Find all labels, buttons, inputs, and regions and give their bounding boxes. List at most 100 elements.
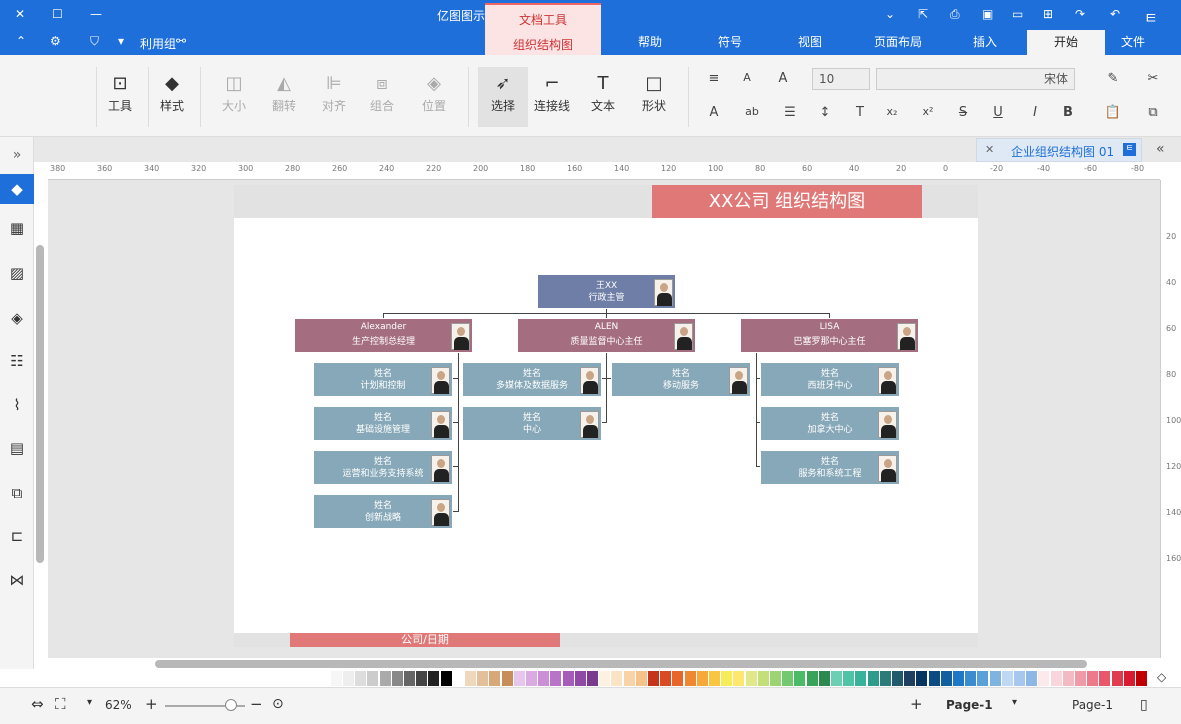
diagram-footer[interactable]: 公司/日期 <box>290 633 560 647</box>
outline-icon[interactable]: ⊏ <box>6 525 28 547</box>
align-icon[interactable]: ≡ <box>704 71 724 86</box>
color-swatch[interactable] <box>1062 671 1074 686</box>
connect-icon[interactable]: ⋈ <box>6 569 28 591</box>
page-view-icon[interactable]: ▯ <box>1140 697 1148 713</box>
color-swatch[interactable] <box>1087 671 1099 686</box>
org-node-employee[interactable]: 姓名 移动服务 <box>611 362 751 397</box>
color-swatch[interactable] <box>379 671 391 686</box>
org-node-employee[interactable]: 姓名 中心 <box>462 406 602 441</box>
color-swatch[interactable] <box>818 671 830 686</box>
case-icon[interactable]: ab <box>742 105 762 118</box>
layers-icon[interactable]: ◈ <box>6 307 28 329</box>
color-swatch[interactable] <box>623 671 635 686</box>
collapse-ribbon-icon[interactable]: ⌃ <box>16 34 26 48</box>
expand-panel-icon[interactable]: « <box>1156 141 1165 157</box>
print-icon[interactable]: ⎙ <box>950 7 960 22</box>
color-swatch[interactable] <box>965 671 977 686</box>
tab-help[interactable]: 帮助 <box>625 30 675 55</box>
close-tab-icon[interactable]: ✕ <box>985 143 994 156</box>
zoom-in-button[interactable]: + <box>145 695 158 713</box>
fit-page-icon[interactable]: ⊙ <box>272 696 284 712</box>
grid-icon[interactable]: ▦ <box>6 217 28 239</box>
color-swatch[interactable] <box>513 671 525 686</box>
close-button[interactable]: ✕ <box>15 7 25 21</box>
color-swatch[interactable] <box>587 671 598 686</box>
copy-icon[interactable]: ⧉ <box>1143 105 1163 120</box>
text-tool[interactable]: T 文本 <box>586 71 620 114</box>
color-swatch[interactable] <box>526 671 537 686</box>
zoom-out-button[interactable]: − <box>250 695 263 713</box>
color-swatch[interactable] <box>953 671 964 686</box>
color-swatch[interactable] <box>1075 671 1086 686</box>
color-swatch[interactable] <box>684 671 696 686</box>
color-swatch[interactable] <box>648 671 659 686</box>
color-swatch[interactable] <box>330 671 342 686</box>
font-size-select[interactable]: 10 <box>812 68 870 90</box>
color-swatch[interactable] <box>904 671 916 686</box>
color-swatch[interactable] <box>452 671 464 686</box>
style-button[interactable]: ◆ 样式 <box>155 71 189 114</box>
paste-icon[interactable]: 📋 <box>1103 105 1123 120</box>
italic-button[interactable]: I <box>1025 105 1045 120</box>
color-swatch[interactable] <box>574 671 586 686</box>
color-swatch[interactable] <box>989 671 1001 686</box>
dropdown-icon[interactable]: ▾ <box>118 34 124 48</box>
table-icon[interactable]: ▤ <box>6 437 28 459</box>
color-swatch[interactable] <box>355 671 367 686</box>
page-selector[interactable]: Page-1 <box>1072 698 1113 712</box>
bold-button[interactable]: B <box>1058 105 1078 120</box>
grow-font-icon[interactable]: A <box>773 71 793 86</box>
color-swatch[interactable] <box>367 671 379 686</box>
superscript-button[interactable]: x² <box>918 105 938 118</box>
color-swatch[interactable] <box>428 671 440 686</box>
zoom-slider-handle[interactable] <box>225 699 237 711</box>
page-icon[interactable]: ☷ <box>6 350 28 372</box>
color-swatch[interactable] <box>855 671 867 686</box>
font-name-select[interactable]: 宋体 <box>876 68 1075 90</box>
color-swatch[interactable] <box>977 671 989 686</box>
color-swatch[interactable] <box>477 671 489 686</box>
color-swatch[interactable] <box>465 671 476 686</box>
color-swatch[interactable] <box>770 671 781 686</box>
page-tab[interactable]: Page-1 <box>946 698 993 712</box>
image-icon[interactable]: ▨ <box>6 262 28 284</box>
color-swatch[interactable] <box>879 671 891 686</box>
org-node-employee[interactable]: 姓名 基础设施管理 <box>313 406 453 441</box>
org-node-employee[interactable]: 姓名 运营和业务支持系统 <box>313 450 453 485</box>
tab-insert[interactable]: 插入 <box>955 30 1015 55</box>
color-swatch[interactable] <box>745 671 757 686</box>
underline-button[interactable]: U <box>988 105 1008 120</box>
org-node-manager[interactable]: Alexander 生产控制总经理 <box>294 318 473 353</box>
color-swatch[interactable] <box>916 671 928 686</box>
color-swatch[interactable] <box>843 671 855 686</box>
text-icon[interactable]: T <box>850 105 870 120</box>
save-icon[interactable]: ▣ <box>982 7 993 21</box>
color-swatch[interactable] <box>867 671 879 686</box>
fill-icon[interactable]: ◆ <box>0 174 34 204</box>
color-swatch[interactable] <box>733 671 745 686</box>
color-swatch[interactable] <box>831 671 842 686</box>
color-swatch[interactable] <box>721 671 733 686</box>
shrink-font-icon[interactable]: A <box>737 71 757 84</box>
color-swatch[interactable] <box>709 671 720 686</box>
color-swatch[interactable] <box>1014 671 1025 686</box>
color-swatch[interactable] <box>794 671 806 686</box>
select-tool[interactable]: ➶ 选择 <box>478 67 528 127</box>
tab-symbols[interactable]: 符号 <box>700 30 760 55</box>
list-icon[interactable]: ☰ <box>780 105 800 120</box>
color-swatch[interactable] <box>757 671 769 686</box>
add-page-icon[interactable]: + <box>910 695 923 713</box>
color-swatch[interactable] <box>672 671 684 686</box>
color-swatch[interactable] <box>1099 671 1111 686</box>
org-node-top[interactable]: 王XX 行政主管 <box>537 274 676 309</box>
fit-width-icon[interactable]: ⇔ <box>31 695 44 713</box>
color-swatch[interactable] <box>1136 671 1147 686</box>
collapse-sidebar-icon[interactable]: » <box>6 144 28 166</box>
context-tab-name[interactable]: 组织结构图 <box>485 36 601 53</box>
color-swatch[interactable] <box>550 671 562 686</box>
org-node-employee[interactable]: 姓名 加拿大中心 <box>760 406 900 441</box>
color-swatch[interactable] <box>611 671 623 686</box>
color-swatch[interactable] <box>391 671 403 686</box>
group-button[interactable]: ⧈ 组合 <box>366 71 398 114</box>
tab-file[interactable]: 文件 <box>1108 30 1158 55</box>
